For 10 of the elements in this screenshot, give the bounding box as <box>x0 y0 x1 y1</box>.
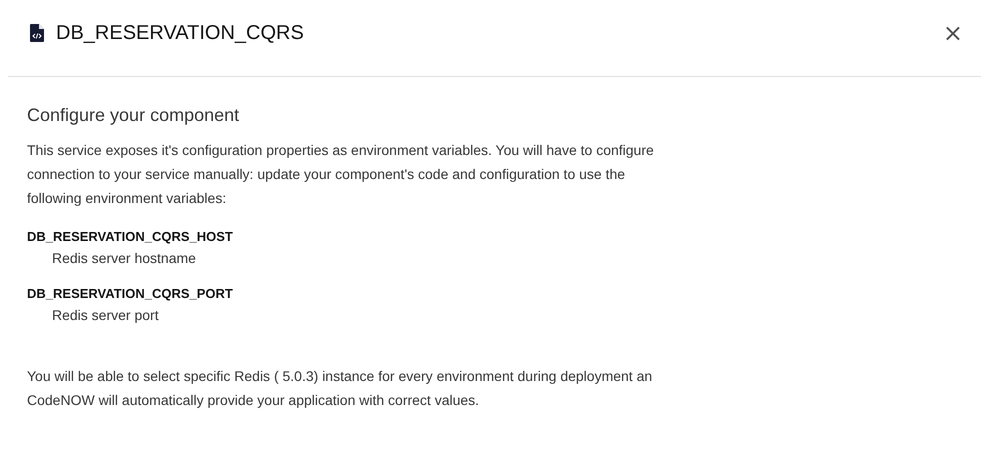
section-heading: Configure your component <box>27 105 240 126</box>
outro-paragraph: You will be able to select specific Redis ( 5.0.3) instance for every environment during deployment an CodeNOW will automatically provide your application with correct values. <box>27 367 654 410</box>
intro-paragraph: This service exposes it's configuration properties as environment variables. You will have to configure connection to your service manually: update your component's code and configuration to use the following environment variables: <box>27 141 655 208</box>
code-file-icon <box>30 24 44 42</box>
variable-name: DB_RESERVATION_CQRS_PORT <box>27 285 234 303</box>
variable-description: Redis server hostname <box>52 249 197 267</box>
close-button[interactable]: × <box>938 19 967 47</box>
variable-name: DB_RESERVATION_CQRS_HOST <box>27 228 234 246</box>
dialog-title: DB_RESERVATION_CQRS <box>56 22 305 44</box>
variable-description: Redis server port <box>52 306 160 324</box>
